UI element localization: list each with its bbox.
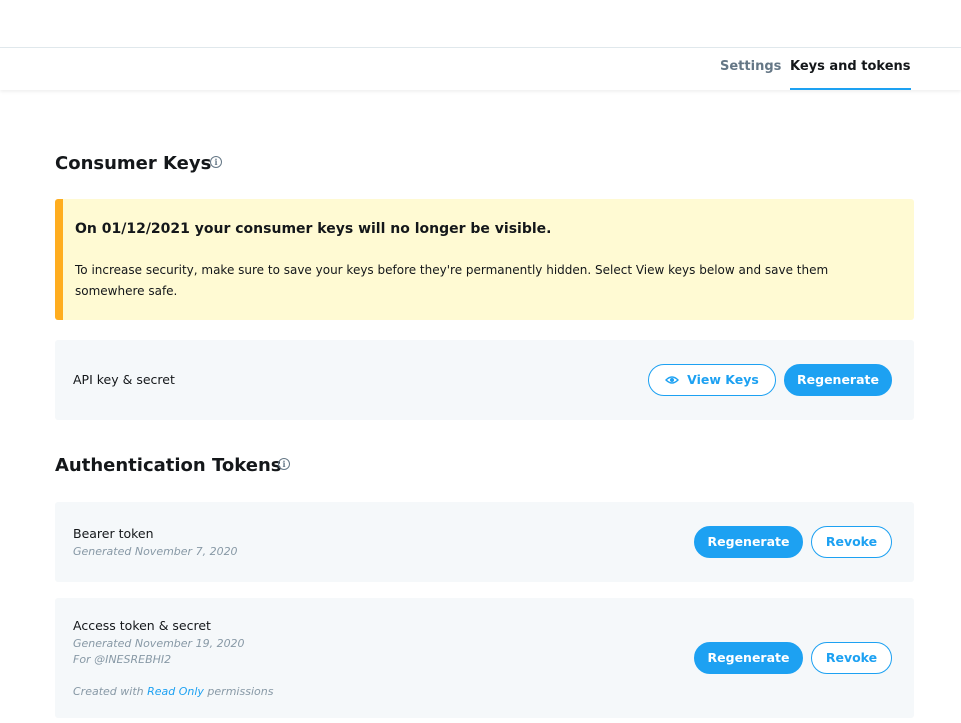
regenerate-bearer-button[interactable]: Regenerate [694, 526, 803, 558]
consumer-keys-warning: On 01/12/2021 your consumer keys will no… [55, 199, 914, 320]
permissions-prefix: Created with [73, 685, 148, 698]
warning-accent-bar [55, 199, 63, 320]
api-key-label: API key & secret [73, 372, 175, 387]
warning-title: On 01/12/2021 your consumer keys will no… [75, 221, 552, 237]
bearer-token-generated: Generated November 7, 2020 [73, 545, 238, 558]
regenerate-api-key-button[interactable]: Regenerate [784, 364, 892, 396]
access-token-generated: Generated November 19, 2020 [73, 637, 245, 650]
access-token-card: Access token & secret Generated November… [55, 598, 914, 718]
top-bar [0, 0, 961, 48]
view-keys-label: View Keys [687, 372, 759, 387]
view-keys-button[interactable]: View Keys [648, 364, 776, 396]
revoke-bearer-button[interactable]: Revoke [811, 526, 892, 558]
access-token-label: Access token & secret [73, 618, 211, 633]
read-only-link[interactable]: Read Only [147, 685, 204, 698]
bearer-token-label: Bearer token [73, 526, 154, 541]
info-icon[interactable]: i [210, 156, 222, 168]
warning-body: To increase security, make sure to save … [75, 263, 829, 298]
tabs-bar: Settings Keys and tokens [0, 48, 961, 90]
tab-settings[interactable]: Settings [720, 48, 781, 90]
info-icon[interactable]: i [278, 458, 290, 470]
revoke-access-button[interactable]: Revoke [811, 642, 892, 674]
bearer-token-card: Bearer token Generated November 7, 2020 … [55, 502, 914, 582]
access-token-permissions: Created with Read Only permissions [73, 685, 273, 698]
permissions-suffix: permissions [203, 685, 274, 698]
authentication-tokens-title: Authentication Tokens [55, 455, 282, 476]
tab-keys-and-tokens[interactable]: Keys and tokens [790, 48, 911, 90]
eye-icon [665, 375, 680, 384]
regenerate-access-button[interactable]: Regenerate [694, 642, 803, 674]
consumer-keys-title: Consumer Keys [55, 153, 212, 174]
api-key-card: API key & secret View Keys Regenerate [55, 340, 914, 420]
access-token-user: For @INESREBHI2 [73, 653, 172, 666]
